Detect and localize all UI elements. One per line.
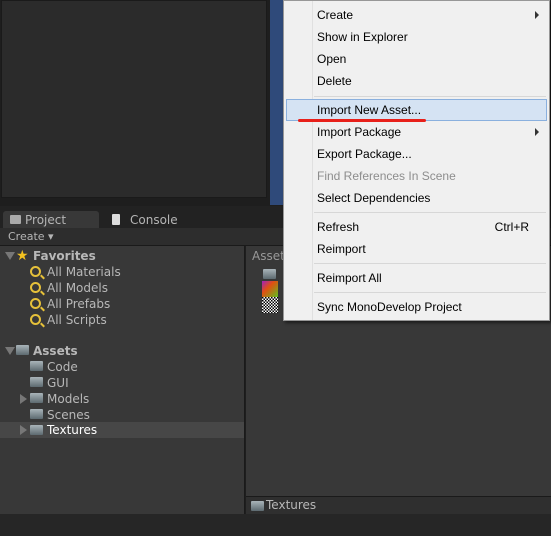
folder-icon: [16, 345, 29, 355]
menu-item-reimport-all[interactable]: Reimport All: [317, 268, 545, 288]
current-folder: Textures: [266, 498, 317, 512]
folder-icon: [30, 393, 43, 403]
folder-icon[interactable]: [263, 269, 276, 279]
folder-models[interactable]: Models: [47, 391, 89, 407]
expand-arrow-icon[interactable]: [20, 394, 27, 404]
menu-item-import-package[interactable]: Import Package: [317, 122, 545, 142]
menu-item-import-new-asset[interactable]: Import New Asset...: [317, 100, 545, 120]
submenu-arrow-icon: [535, 128, 539, 136]
search-icon: [30, 282, 41, 293]
submenu-arrow-icon: [535, 11, 539, 19]
search-icon: [30, 266, 41, 277]
favorite-item[interactable]: All Prefabs: [47, 296, 110, 312]
context-menu: Create Show in Explorer Open Delete Impo…: [283, 0, 550, 321]
favorite-item[interactable]: All Scripts: [47, 312, 107, 328]
menu-item-show-in-explorer[interactable]: Show in Explorer: [317, 27, 545, 47]
menu-item-sync-monodevelop[interactable]: Sync MonoDevelop Project: [317, 297, 545, 317]
favorite-item[interactable]: All Models: [47, 280, 108, 296]
assets-header[interactable]: Assets: [33, 343, 78, 359]
folder-icon: [30, 409, 43, 419]
menu-gutter: [312, 1, 313, 320]
folder-icon: [251, 501, 264, 511]
menu-separator: [314, 212, 546, 213]
status-bar: [0, 514, 551, 536]
menu-shortcut: Ctrl+R: [494, 220, 529, 234]
folder-icon: [30, 425, 43, 435]
console-icon: [112, 214, 120, 225]
menu-item-export-package[interactable]: Export Package...: [317, 144, 545, 164]
menu-separator: [314, 292, 546, 293]
texture-thumbnail[interactable]: [262, 297, 278, 313]
menu-label: Import Package: [317, 125, 402, 139]
favorites-header[interactable]: Favorites: [33, 248, 96, 264]
menu-item-create[interactable]: Create: [317, 5, 545, 25]
path-bar: Textures: [246, 496, 551, 514]
create-dropdown[interactable]: Create ▾: [8, 230, 54, 244]
folder-icon: [10, 215, 21, 224]
tab-label: Project: [25, 213, 67, 227]
menu-item-select-dependencies[interactable]: Select Dependencies: [317, 188, 545, 208]
menu-item-find-references: Find References In Scene: [317, 169, 456, 183]
folder-textures-row[interactable]: Textures: [0, 422, 244, 438]
folder-icon: [30, 377, 43, 387]
folder-textures: Textures: [47, 423, 98, 437]
expand-arrow-icon[interactable]: [20, 425, 27, 435]
star-icon: ★: [16, 248, 29, 264]
menu-label: Refresh: [317, 220, 360, 234]
folder-icon: [30, 361, 43, 371]
folder-code[interactable]: Code: [47, 359, 78, 375]
menu-item-refresh[interactable]: Refresh Ctrl+R: [317, 217, 545, 237]
expand-arrow-icon[interactable]: [5, 252, 15, 260]
tab-project[interactable]: Project: [3, 211, 99, 229]
search-icon: [30, 298, 41, 309]
menu-item-reimport[interactable]: Reimport: [317, 239, 545, 259]
texture-thumbnail[interactable]: [262, 281, 278, 297]
favorite-item[interactable]: All Materials: [47, 264, 121, 280]
tab-console[interactable]: Console: [108, 211, 178, 229]
tab-label: Console: [130, 213, 178, 227]
project-tree: ★ Favorites All Materials All Models All…: [0, 246, 245, 514]
scene-view[interactable]: [1, 0, 267, 198]
folder-scenes[interactable]: Scenes: [47, 407, 90, 423]
menu-label: Create: [317, 8, 354, 22]
menu-item-delete[interactable]: Delete: [317, 71, 545, 91]
search-icon: [30, 314, 41, 325]
menu-separator: [314, 263, 546, 264]
menu-item-open[interactable]: Open: [317, 49, 545, 69]
folder-gui[interactable]: GUI: [47, 375, 69, 391]
menu-separator: [314, 96, 546, 97]
expand-arrow-icon[interactable]: [5, 347, 15, 355]
